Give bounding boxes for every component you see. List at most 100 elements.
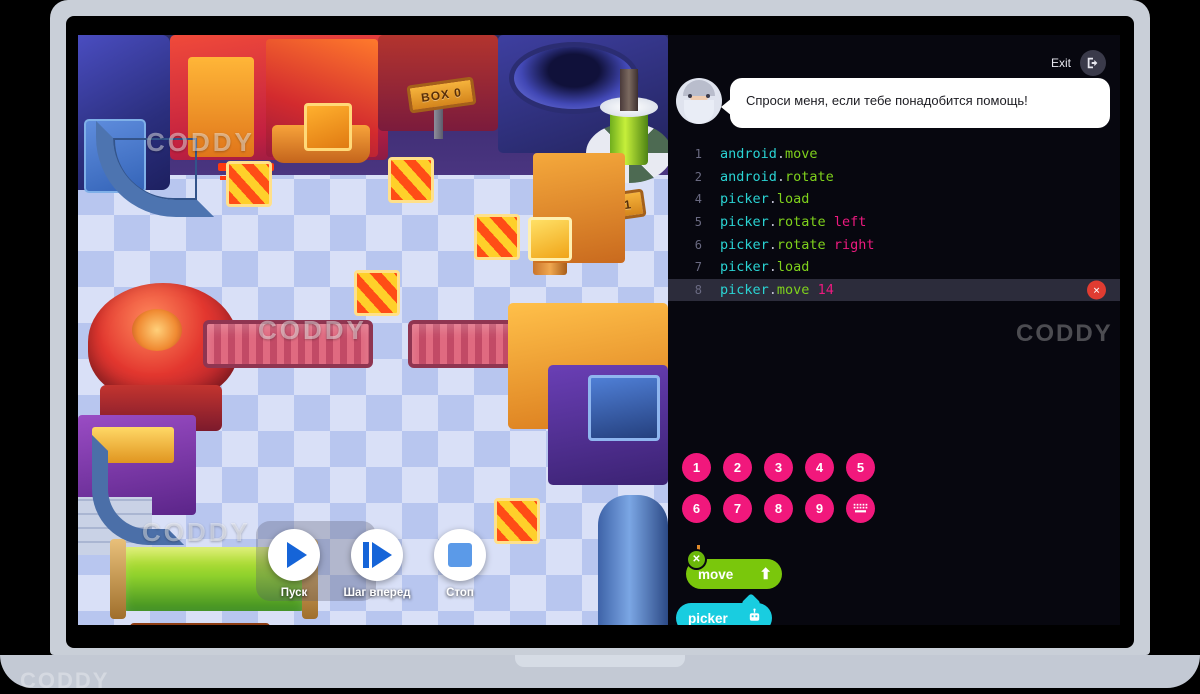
- block-move[interactable]: ✕ move ⬆: [686, 559, 782, 589]
- ide-panel: Exit Спроси меня, если тебе понадобится …: [668, 35, 1120, 625]
- game-control-bar: Пуск Шаг вперед Стоп: [268, 529, 498, 619]
- code-line[interactable]: 7 picker.load: [668, 256, 1120, 279]
- brand-watermark-base: CODDY: [20, 668, 220, 690]
- trackpad-notch: [515, 655, 685, 667]
- code-token-object: picker: [720, 259, 769, 275]
- code-token-space: [809, 282, 817, 298]
- code-token-dot: .: [769, 237, 777, 253]
- tank-control-buttons: [130, 623, 270, 625]
- keyboard-icon[interactable]: [846, 494, 875, 523]
- code-editor[interactable]: 1android.move2android.rotate4picker.load…: [668, 143, 1120, 333]
- brand-watermark-game-1: CODDY: [146, 127, 255, 158]
- code-token-dot: .: [777, 146, 785, 162]
- robot-icon: [747, 609, 762, 626]
- sign-label: BOX 0: [406, 76, 476, 113]
- code-token-dot: .: [769, 214, 777, 230]
- block-move-label: move: [698, 567, 733, 582]
- top-bar: Exit: [1051, 49, 1106, 77]
- crate-hazard: [226, 161, 272, 207]
- number-button-9[interactable]: 9: [805, 494, 834, 523]
- line-number: 1: [668, 147, 702, 161]
- number-button-3[interactable]: 3: [764, 453, 793, 482]
- code-token-method: load: [777, 191, 810, 207]
- code-token-method: rotate: [777, 237, 826, 253]
- line-number: 2: [668, 170, 702, 184]
- brand-watermark-ide: CODDY: [1016, 320, 1113, 348]
- line-number: 5: [668, 215, 702, 229]
- arrow-up-icon: ⬆: [759, 565, 772, 583]
- stop-icon: [448, 543, 472, 567]
- block-picker-label: picker: [688, 611, 728, 626]
- number-palette: 12345 6789: [682, 453, 942, 535]
- code-token-method: rotate: [785, 169, 834, 185]
- assistant-message: Спроси меня, если тебе понадобится помощ…: [730, 78, 1110, 128]
- code-line[interactable]: 6 picker.rotate right: [668, 233, 1120, 256]
- close-icon[interactable]: ✕: [688, 551, 705, 568]
- code-token-argument: right: [834, 237, 875, 253]
- crate-hazard: [354, 270, 400, 316]
- number-row-2: 6789: [682, 494, 942, 523]
- number-button-7[interactable]: 7: [723, 494, 752, 523]
- code-token-dot: .: [769, 191, 777, 207]
- avatar-beard: [684, 100, 714, 124]
- code-token-object: picker: [720, 191, 769, 207]
- screen-content: BOX 0 BOX 1 CODDY CODDY CODDY: [78, 35, 1120, 625]
- exit-door-icon[interactable]: [1080, 50, 1106, 76]
- number-button-8[interactable]: 8: [764, 494, 793, 523]
- code-token-method: move: [777, 282, 810, 298]
- code-line[interactable]: 8 picker.move 14 ✕: [668, 279, 1120, 302]
- brand-watermark-game-2: CODDY: [258, 315, 367, 346]
- crate-orange: [304, 103, 352, 151]
- line-number: 4: [668, 192, 702, 206]
- code-token-object: picker: [720, 214, 769, 230]
- crate-yellow: [528, 217, 572, 261]
- code-token-method: load: [777, 259, 810, 275]
- code-token-argument: 14: [818, 282, 834, 298]
- number-row-1: 12345: [682, 453, 942, 482]
- number-button-5[interactable]: 5: [846, 453, 875, 482]
- stop-button[interactable]: [434, 529, 486, 581]
- number-button-1[interactable]: 1: [682, 453, 711, 482]
- run-button[interactable]: [268, 529, 320, 581]
- number-button-2[interactable]: 2: [723, 453, 752, 482]
- code-token-method: move: [785, 146, 818, 162]
- panel-blue-monitor: [588, 375, 660, 441]
- crate-hazard: [494, 498, 540, 544]
- line-number: 7: [668, 260, 702, 274]
- code-line[interactable]: 1android.move: [668, 143, 1120, 166]
- code-line[interactable]: 2android.rotate: [668, 166, 1120, 189]
- avatar-eyes: [688, 94, 710, 98]
- command-block-palette: ✕ move ⬆ picker: [676, 559, 936, 625]
- line-number: 8: [668, 283, 702, 297]
- play-icon: [287, 542, 307, 568]
- block-picker[interactable]: picker: [676, 603, 772, 625]
- number-button-6[interactable]: 6: [682, 494, 711, 523]
- exit-label: Exit: [1051, 56, 1071, 70]
- code-token-method: rotate: [777, 214, 826, 230]
- game-viewport[interactable]: BOX 0 BOX 1 CODDY CODDY CODDY: [78, 35, 668, 625]
- code-token-space: [826, 237, 834, 253]
- step-forward-icon: [372, 542, 392, 568]
- line-number: 6: [668, 238, 702, 252]
- line-error-button[interactable]: ✕: [1087, 280, 1106, 299]
- pipe-blue-bottom-right: [598, 495, 668, 625]
- code-token-object: picker: [720, 282, 769, 298]
- code-token-dot: .: [769, 282, 777, 298]
- stop-button-label: Стоп: [400, 587, 520, 599]
- code-token-object: picker: [720, 237, 769, 253]
- assistant-hint: Спроси меня, если тебе понадобится помощ…: [676, 78, 1114, 134]
- brand-watermark-game-3: CODDY: [142, 517, 251, 548]
- code-line[interactable]: 4 picker.load: [668, 188, 1120, 211]
- crate-hazard: [474, 214, 520, 260]
- code-token-dot: .: [769, 259, 777, 275]
- code-token-space: [826, 214, 834, 230]
- number-button-4[interactable]: 4: [805, 453, 834, 482]
- code-line[interactable]: 5 picker.rotate left: [668, 211, 1120, 234]
- sign-box-0: BOX 0: [408, 81, 475, 109]
- crate-hazard: [388, 157, 434, 203]
- code-token-argument: left: [834, 214, 867, 230]
- step-forward-icon-bar: [363, 542, 369, 568]
- code-token-dot: .: [777, 169, 785, 185]
- old-scientist-avatar: [676, 78, 722, 124]
- step-forward-button[interactable]: [351, 529, 403, 581]
